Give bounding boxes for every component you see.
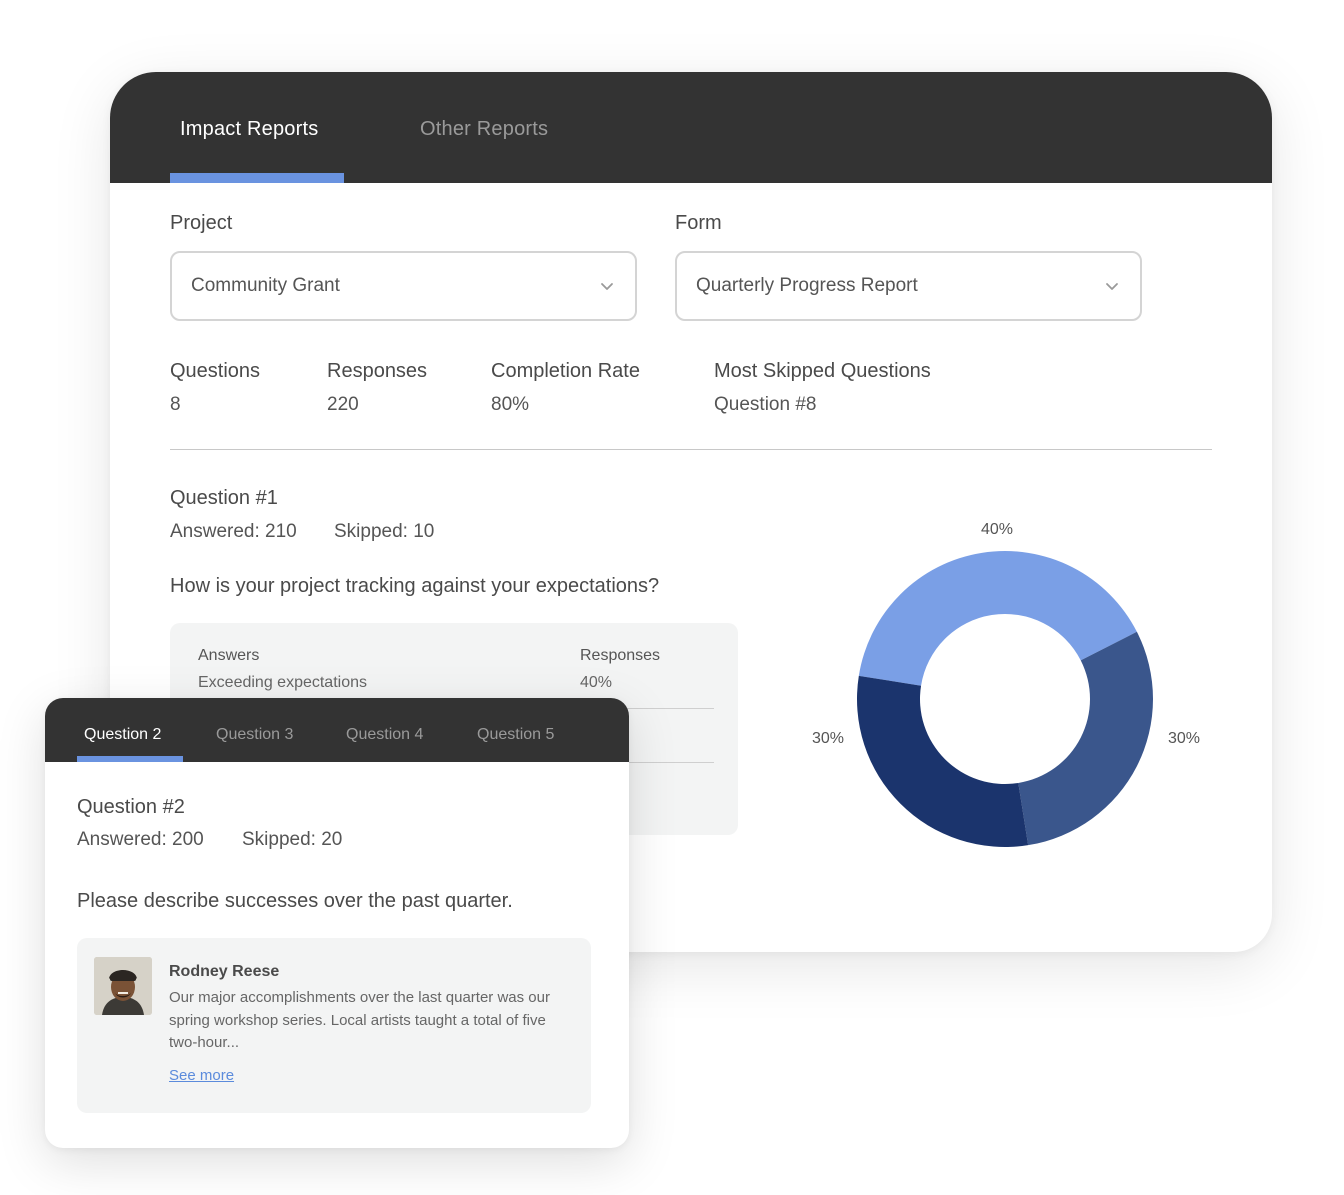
slice-label-2: 30%	[1168, 730, 1201, 747]
chevron-down-icon	[1106, 283, 1118, 290]
question-text: How is your project tracking against you…	[170, 575, 660, 597]
project-label: Project	[170, 212, 233, 234]
question-detail-card: Question 2 Question 3 Question 4 Questio…	[45, 698, 629, 1148]
tab-question-2[interactable]: Question 2	[84, 726, 161, 744]
chevron-down-icon	[601, 283, 613, 290]
question-tab-bar: Question 2 Question 3 Question 4 Questio…	[45, 698, 629, 762]
slice-label-1: 40%	[981, 521, 1014, 538]
form-select[interactable]: Quarterly Progress Report	[675, 251, 1142, 321]
tab-question-3[interactable]: Question 3	[216, 726, 293, 744]
avatar	[94, 957, 152, 1015]
question-title: Question #1	[170, 487, 278, 509]
answered-count: Answered: 210	[170, 521, 297, 542]
donut-chart	[857, 551, 1153, 847]
form-select-value: Quarterly Progress Report	[696, 275, 918, 296]
stat-skipped-value: Question #8	[714, 394, 817, 415]
form-label: Form	[675, 212, 722, 234]
divider	[170, 449, 1212, 450]
skipped-count: Skipped: 20	[242, 829, 343, 850]
stage: Impact Reports Other Reports Project Com…	[0, 0, 1344, 1195]
answers-header: Answers	[198, 647, 260, 664]
see-more-link[interactable]: See more	[169, 1067, 234, 1084]
stat-responses-value: 220	[327, 394, 359, 415]
question-text: Please describe successes over the past …	[77, 890, 513, 912]
avatar-portrait-icon	[94, 957, 152, 1015]
active-tab-indicator	[170, 173, 344, 183]
tab-other-reports[interactable]: Other Reports	[420, 118, 548, 141]
stat-skipped-label: Most Skipped Questions	[714, 360, 931, 382]
answered-count: Answered: 200	[77, 829, 204, 850]
stat-questions-label: Questions	[170, 360, 261, 382]
project-select-value: Community Grant	[191, 275, 340, 296]
tab-question-4[interactable]: Question 4	[346, 726, 423, 744]
skipped-count: Skipped: 10	[334, 521, 435, 542]
response-text: Our major accomplishments over the last …	[169, 989, 550, 1051]
response-cell: 40%	[580, 674, 613, 691]
project-select[interactable]: Community Grant	[170, 251, 637, 321]
reports-tab-bar: Impact Reports Other Reports	[110, 72, 1272, 183]
stat-completion-label: Completion Rate	[491, 360, 640, 382]
tab-impact-reports[interactable]: Impact Reports	[180, 118, 318, 141]
question-title: Question #2	[77, 796, 185, 818]
response-card: Rodney Reese Our major accomplishments o…	[77, 938, 591, 1113]
respondent-name: Rodney Reese	[169, 963, 280, 980]
stat-responses-label: Responses	[327, 360, 428, 382]
donut-slice-2	[1018, 631, 1153, 846]
donut-slice-3	[857, 675, 1029, 847]
slice-label-3: 30%	[812, 730, 845, 747]
tab-question-5[interactable]: Question 5	[477, 726, 554, 744]
active-tab-indicator	[77, 756, 183, 762]
stat-questions-value: 8	[170, 394, 181, 415]
responses-header: Responses	[580, 647, 661, 664]
stat-completion-value: 80%	[491, 394, 530, 415]
answer-cell: Exceeding expectations	[198, 674, 367, 691]
